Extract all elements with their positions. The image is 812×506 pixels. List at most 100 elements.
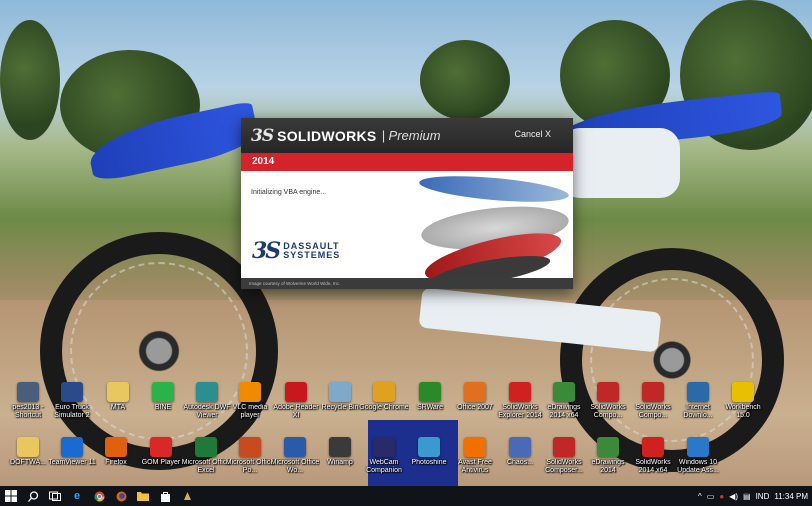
desktop-icon[interactable]: Chaos... [498,437,542,483]
chrome-icon [373,382,395,402]
office-icon [464,382,486,402]
desktop-icon[interactable]: Microsoft Office Wo... [270,437,320,483]
edrawings-icon [553,382,575,402]
desktop-icon-label: Photoshine [411,459,447,466]
notification-icon[interactable]: ▤ [743,492,751,501]
desktop-icon-label: Recycle Bin [321,404,359,411]
desktop-icon[interactable]: VLC media player [228,382,272,428]
desktop-icon[interactable]: Google Chrome [359,382,409,428]
autodesk-icon [196,382,218,402]
teamviewer-icon [61,437,83,457]
winamp-icon [329,437,351,457]
desktop-icon[interactable]: DOFTWA... [6,437,50,483]
show-hidden-icons-icon[interactable]: ^ [698,492,702,501]
truck-icon [61,382,83,402]
firefox-icon [116,491,126,501]
desktop-icon[interactable]: Workbench 15.0 [721,382,765,428]
cancel-button[interactable]: Cancel X [514,129,551,139]
desktop-icon[interactable]: Microsoft Office Po... [225,437,275,483]
desktop-icon[interactable]: GOM Player [139,437,183,483]
task-view-icon [49,491,61,501]
windows-update-icon [687,437,709,457]
folder-icon [17,437,39,457]
desktop-icon[interactable]: SolidWorks Explorer 2014 [498,382,542,428]
dassault-mark-icon: 3S [252,238,281,264]
desktop-icon[interactable]: Microsoft Office Excel [181,437,231,483]
search-button[interactable] [22,486,44,506]
solidworks-icon [597,382,619,402]
download-icon [687,382,709,402]
desktop-icon[interactable]: SolidWorks 2014 x64 [631,437,675,483]
folder-icon [107,382,129,402]
desktop-icon[interactable]: BINE [141,382,185,428]
desktop-icon-label: Microsoft Office Po... [225,459,275,474]
volume-icon[interactable]: ◀) [729,492,738,501]
desktop-icon[interactable]: Photoshine [407,437,451,483]
desktop-icon[interactable]: Recycle Bin [318,382,362,428]
desktop-icon-label: WebCam Companion [366,459,402,474]
desktop-icon[interactable]: pes2013 - Shortcut [6,382,50,428]
desktop-icon[interactable]: MTA [96,382,140,428]
desktop-icon-label: Microsoft Office Excel [181,459,231,474]
desktop-icon-label: pes2013 - Shortcut [12,404,44,419]
desktop-icon[interactable]: eDrawings 2014 x64 [542,382,586,428]
desktop-icon-label: MTA [110,404,126,411]
desktop-icon-label: Adobe Reader XI [273,404,319,419]
srware-icon [419,382,441,402]
start-button[interactable] [0,486,22,506]
desktop-icon-label: GOM Player [141,459,181,466]
desktop-icon[interactable]: Winamp [318,437,362,483]
input-language[interactable]: IND [756,492,770,501]
desktop-icon-label: Microsoft Office Wo... [270,459,320,474]
avast-icon [464,437,486,457]
desktop-icon-label: DOFTWA... [10,459,46,466]
desktop-icon[interactable]: Internet Downlo... [676,382,720,428]
taskbar-app[interactable] [176,486,198,506]
edge-icon: e [73,490,81,502]
desktop-icon[interactable]: SolidWorks Composer... [542,437,586,483]
desktop-icon-label: Avast Free Antivirus [458,459,492,474]
brand-edition: | Premium [381,128,441,143]
taskbar-firefox[interactable] [110,486,132,506]
taskbar-chrome[interactable] [88,486,110,506]
desktop-icon[interactable]: SRWare [408,382,452,428]
desktop-icon[interactable]: eDrawings 2014 [586,437,630,483]
task-view-button[interactable] [44,486,66,506]
tray-app-icon[interactable]: ● [719,492,724,501]
desktop-icon[interactable]: SolidWorks Compo... [586,382,630,428]
search-icon [27,490,38,502]
word-icon [284,437,306,457]
image-credit: Image courtesy of Wolverine World Wide, … [241,278,573,289]
desktop-icon-label: Internet Downlo... [683,404,713,419]
network-icon[interactable]: ▭ [707,492,715,501]
desktop-icon[interactable]: SolidWorks Compo... [631,382,675,428]
clock[interactable]: 11:34 PM [774,492,808,501]
desktop-icon-label: SolidWorks Explorer 2014 [498,404,542,419]
desktop-icon[interactable]: TeamViewer 11 [48,437,96,483]
brand-name: SOLIDWORKS [277,127,377,144]
taskbar-edge[interactable]: e [66,486,88,506]
desktop-icon[interactable]: Firefox [94,437,138,483]
desktop-icon-label: SolidWorks 2014 x64 [635,459,671,474]
store-bag-icon [160,491,170,502]
desktop-icon[interactable]: Windows 10 Update Ass... [676,437,720,483]
desktop-icon-label: Google Chrome [359,404,409,411]
taskbar-file-explorer[interactable] [132,486,154,506]
desktop-icon[interactable]: WebCam Companion [362,437,406,483]
globe-icon [509,437,531,457]
taskbar-store[interactable] [154,486,176,506]
excel-icon [195,437,217,457]
desktop-icon[interactable]: Adobe Reader XI [273,382,319,428]
desktop-icon-label: VLC media player [232,404,268,419]
desktop-icon[interactable]: Autodesk DWF Viewer [183,382,231,428]
desktop-icon[interactable]: Avast Free Antivirus [453,437,497,483]
pdf-icon [285,382,307,402]
desktop-icon[interactable]: Euro Truck Simulator 2 [50,382,94,428]
ds-logo-icon: 3S [251,125,274,146]
desktop-icon-label: Chaos... [506,459,534,466]
solidworks-splash-window: 3S SOLIDWORKS | Premium Cancel X 2014 In… [241,118,573,289]
desktop-icon[interactable]: Office 2007 [453,382,497,428]
solidworks-icon [553,437,575,457]
firefox-icon [105,437,127,457]
desktop-icon-label: Euro Truck Simulator 2 [54,404,90,419]
